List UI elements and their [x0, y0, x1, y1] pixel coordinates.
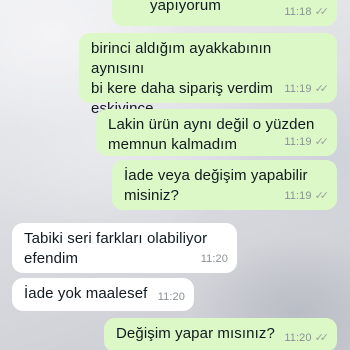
- read-ticks-icon: ✓✓: [314, 332, 330, 344]
- chat-conversation: yapıyorum 11:18 ✓✓ birinci aldığım ayakk…: [0, 0, 350, 350]
- message-text: Tabiki seri farkları olabiliyor efendim: [24, 230, 208, 267]
- incoming-message[interactable]: Tabiki seri farkları olabiliyor efendim …: [12, 223, 237, 273]
- outgoing-message[interactable]: Lakin ürün aynı değil o yüzden memnun ka…: [96, 109, 337, 156]
- message-time: 11:18: [284, 6, 312, 18]
- outgoing-message[interactable]: yapıyorum 11:18 ✓✓: [112, 0, 337, 26]
- message-meta: 11:19 ✓✓: [284, 79, 330, 99]
- outgoing-message[interactable]: İade veya değişim yapabilir misiniz? 11:…: [112, 160, 337, 210]
- message-meta: 11:20: [201, 249, 228, 269]
- message-time: 11:20: [284, 332, 312, 344]
- message-time: 11:19: [284, 83, 312, 95]
- read-ticks-icon: ✓✓: [314, 6, 330, 18]
- message-meta: 11:20 ✓✓: [284, 328, 330, 348]
- message-meta: 11:18 ✓✓: [284, 2, 330, 22]
- message-time: 11:19: [284, 136, 312, 148]
- message-meta: 11:19 ✓✓: [284, 186, 330, 206]
- read-ticks-icon: ✓✓: [314, 83, 330, 95]
- message-meta: 11:20: [158, 287, 185, 307]
- message-time: 11:19: [284, 190, 312, 202]
- message-time: 11:20: [200, 253, 228, 265]
- read-ticks-icon: ✓✓: [314, 190, 330, 202]
- outgoing-message[interactable]: birinci aldığım ayakkabının aynısını bi …: [79, 33, 337, 117]
- read-ticks-icon: ✓✓: [314, 136, 330, 148]
- incoming-message[interactable]: İade yok maalesef 11:20: [12, 278, 194, 311]
- message-time: 11:20: [157, 291, 185, 303]
- message-meta: 11:19 ✓✓: [284, 132, 330, 152]
- outgoing-message[interactable]: Değişim yapar mısınız? 11:20 ✓✓: [104, 318, 337, 350]
